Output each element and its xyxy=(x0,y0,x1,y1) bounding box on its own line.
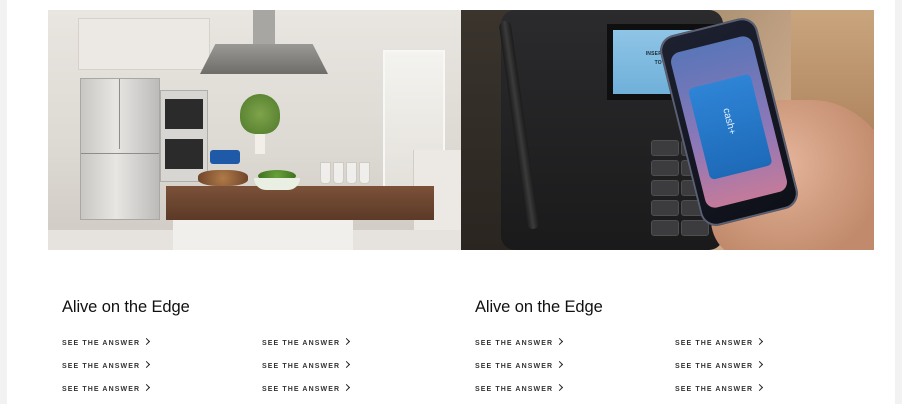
page-content: INSERT OR SWIPE CARD TOTAL DUE: $6.38 xyxy=(7,0,895,404)
see-the-answer-link[interactable]: SEE THE ANSWER xyxy=(475,360,564,370)
chevron-right-icon xyxy=(143,360,151,369)
chevron-right-icon xyxy=(143,383,151,392)
see-the-answer-link[interactable]: SEE THE ANSWER xyxy=(675,360,764,370)
card-label: cash+ xyxy=(720,107,738,136)
wall-ovens xyxy=(160,90,208,182)
chevron-right-icon xyxy=(556,383,564,392)
see-the-answer-link[interactable]: SEE THE ANSWER xyxy=(475,337,564,347)
see-the-answer-link[interactable]: SEE THE ANSWER xyxy=(675,383,764,393)
see-the-answer-link[interactable]: SEE THE ANSWER xyxy=(262,360,351,370)
hood-pipe xyxy=(253,10,275,46)
glass xyxy=(333,162,344,184)
bread-board xyxy=(198,170,248,186)
chevron-right-icon xyxy=(143,337,151,346)
see-the-answer-link[interactable]: SEE THE ANSWER xyxy=(262,337,351,347)
chevron-right-icon xyxy=(343,383,351,392)
refrigerator xyxy=(80,78,160,220)
see-the-answer-link[interactable]: SEE THE ANSWER xyxy=(62,337,151,347)
range-hood xyxy=(200,44,328,74)
blue-pot xyxy=(210,150,240,164)
glass xyxy=(320,162,331,184)
chevron-right-icon xyxy=(343,337,351,346)
payment-card: cash+ xyxy=(687,73,773,181)
glass xyxy=(346,162,357,184)
upper-cabinets xyxy=(78,18,210,70)
section-title: Alive on the Edge xyxy=(475,298,603,316)
see-the-answer-link[interactable]: SEE THE ANSWER xyxy=(62,360,151,370)
payment-image[interactable]: INSERT OR SWIPE CARD TOTAL DUE: $6.38 xyxy=(461,10,874,250)
salad-bowl xyxy=(254,178,300,190)
plant xyxy=(240,94,280,134)
chevron-right-icon xyxy=(756,360,764,369)
chevron-right-icon xyxy=(556,360,564,369)
chevron-right-icon xyxy=(556,337,564,346)
glass xyxy=(359,162,370,184)
chevron-right-icon xyxy=(343,360,351,369)
section-title: Alive on the Edge xyxy=(62,298,190,316)
see-the-answer-link[interactable]: SEE THE ANSWER xyxy=(62,383,151,393)
hero-banner: INSERT OR SWIPE CARD TOTAL DUE: $6.38 xyxy=(48,10,874,250)
chevron-right-icon xyxy=(756,337,764,346)
island-countertop xyxy=(166,186,434,220)
chevron-right-icon xyxy=(756,383,764,392)
see-the-answer-link[interactable]: SEE THE ANSWER xyxy=(262,383,351,393)
island-base xyxy=(173,220,353,250)
see-the-answer-link[interactable]: SEE THE ANSWER xyxy=(675,337,764,347)
see-the-answer-link[interactable]: SEE THE ANSWER xyxy=(475,383,564,393)
kitchen-image[interactable] xyxy=(48,10,461,250)
